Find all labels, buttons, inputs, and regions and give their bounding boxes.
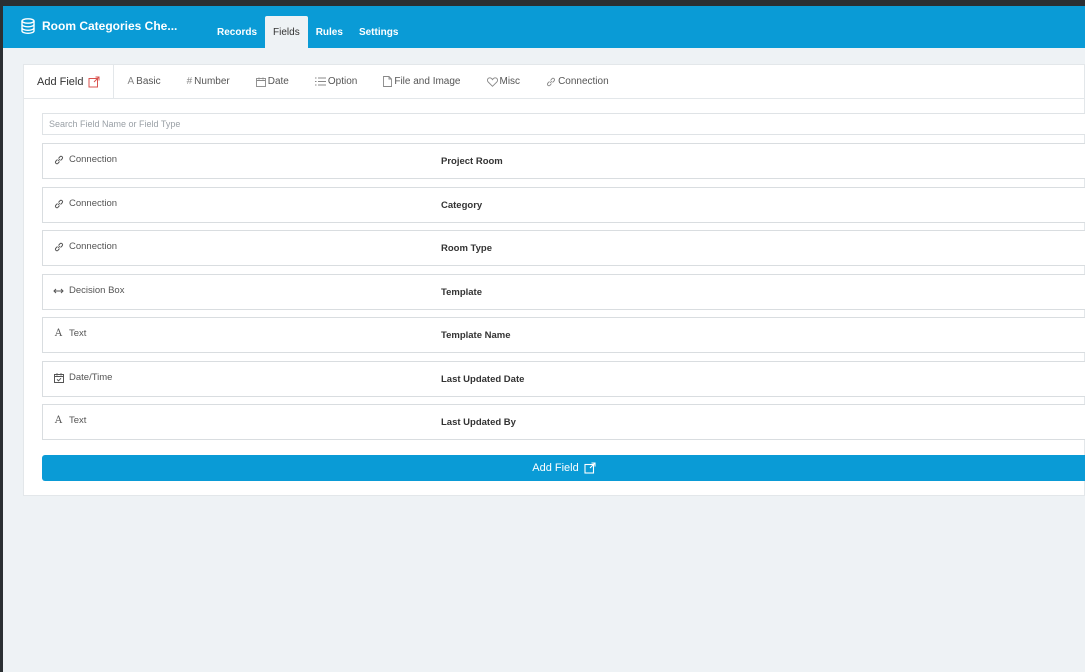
field-type: Connection <box>53 198 117 209</box>
field-type: Decision Box <box>53 285 124 296</box>
file-icon <box>383 76 393 87</box>
type-tab-label: Option <box>327 76 358 87</box>
field-name: Template Name <box>441 330 511 341</box>
calendar-check-icon <box>53 372 64 383</box>
add-field-tab-label: Add Field <box>37 75 84 88</box>
type-tab-number[interactable]: # Number <box>174 65 243 99</box>
type-tab-label: Number <box>194 76 230 87</box>
field-row[interactable]: Connection Category <box>42 187 1085 223</box>
arrows-horizontal-icon <box>53 287 64 295</box>
add-field-button-label: Add Field <box>532 462 579 474</box>
field-row[interactable]: A Text Last Updated By <box>42 404 1085 440</box>
text-icon: A <box>127 76 135 87</box>
search-input[interactable] <box>42 113 1085 135</box>
field-type-label: Decision Box <box>69 285 125 296</box>
list-icon <box>314 77 326 86</box>
type-tab-misc[interactable]: Misc <box>474 65 534 99</box>
field-name: Last Updated Date <box>441 374 525 385</box>
type-tab-label: Misc <box>499 76 521 87</box>
hash-icon: # <box>186 76 193 87</box>
link-icon <box>53 242 64 252</box>
tab-records[interactable]: Records <box>209 16 265 48</box>
external-link-icon <box>88 76 100 87</box>
field-name: Last Updated By <box>441 417 516 428</box>
field-type: Connection <box>53 241 117 252</box>
add-field-tab[interactable]: Add Field <box>24 64 115 99</box>
text-icon: A <box>54 328 63 339</box>
field-row[interactable]: A Text Template Name <box>42 317 1085 353</box>
field-row[interactable]: Decision Box Template <box>42 274 1085 310</box>
link-icon <box>546 77 556 87</box>
field-type: A Text <box>53 328 87 339</box>
field-row[interactable]: Date/Time Last Updated Date <box>42 361 1085 397</box>
field-type: A Text <box>53 415 87 426</box>
window-left-border <box>0 0 3 672</box>
field-row[interactable]: Connection Room Type <box>42 230 1085 266</box>
heart-icon <box>486 76 498 87</box>
calendar-icon <box>255 77 266 87</box>
tab-fields[interactable]: Fields <box>265 16 308 48</box>
type-tab-label: Date <box>267 76 289 87</box>
field-name: Category <box>441 200 483 211</box>
field-type: Date/Time <box>53 372 112 383</box>
field-row[interactable]: Connection Project Room <box>42 143 1085 179</box>
type-tab-file-and-image[interactable]: File and Image <box>370 65 473 99</box>
link-icon <box>53 155 64 165</box>
field-type-label: Connection <box>69 241 118 252</box>
app-header: Room Categories Che... Records Fields Ru… <box>3 6 1085 48</box>
external-link-icon <box>584 462 596 474</box>
field-type-label: Connection <box>69 198 118 209</box>
app-title[interactable]: Room Categories Che... <box>3 6 209 46</box>
add-field-button[interactable]: Add Field <box>42 455 1085 481</box>
field-type-label: Connection <box>69 154 118 165</box>
field-type-toolbar: Add Field A Basic # Number Date Option F… <box>24 64 1084 99</box>
type-tab-option[interactable]: Option <box>302 65 370 99</box>
type-tab-basic[interactable]: A Basic <box>114 65 173 99</box>
field-type-label: Text <box>69 328 87 339</box>
field-type-label: Text <box>69 415 87 426</box>
main-nav: Records Fields Rules Settings <box>209 6 406 48</box>
link-icon <box>53 199 64 209</box>
field-name: Project Room <box>441 156 503 167</box>
app-title-text: Room Categories Che... <box>42 19 178 33</box>
type-tab-label: File and Image <box>394 76 461 87</box>
type-tab-label: Basic <box>136 76 161 87</box>
type-tab-connection[interactable]: Connection <box>533 65 622 99</box>
tab-settings[interactable]: Settings <box>351 16 406 48</box>
field-name: Room Type <box>441 243 493 254</box>
fields-panel: Add Field A Basic # Number Date Option F… <box>23 64 1085 496</box>
type-tab-label: Connection <box>558 76 609 87</box>
database-icon <box>21 18 35 34</box>
field-type: Connection <box>53 154 117 165</box>
tab-rules[interactable]: Rules <box>308 16 351 48</box>
text-icon: A <box>54 415 63 426</box>
type-tab-date[interactable]: Date <box>243 65 302 99</box>
field-type-label: Date/Time <box>69 372 113 383</box>
field-name: Template <box>441 287 483 298</box>
